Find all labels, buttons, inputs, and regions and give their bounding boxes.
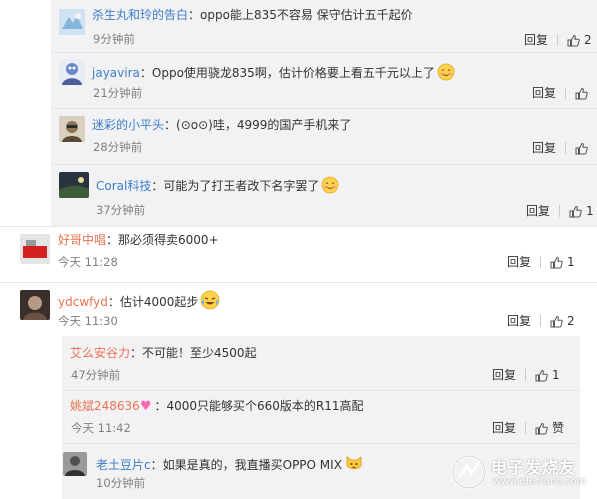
like-button[interactable]: 2 — [550, 314, 575, 328]
comment-username[interactable]: 老土豆片c — [96, 458, 151, 472]
thumbs-up-icon — [569, 205, 582, 217]
comment-time: 10分钟前 — [96, 476, 146, 490]
comment-username[interactable]: 杀生丸和玲的告白 — [92, 8, 188, 22]
avatar[interactable] — [59, 9, 85, 35]
thumbs-up-icon — [535, 422, 548, 434]
comment-time: 今天 11:28 — [58, 255, 118, 269]
comment-username[interactable]: 姚斌248636 — [70, 399, 140, 413]
like-count: 1 — [567, 255, 575, 269]
like-button[interactable]: 1 — [569, 204, 594, 218]
divider — [51, 108, 597, 109]
comment-time: 21分钟前 — [93, 86, 143, 100]
divider — [62, 390, 580, 391]
comment-text: 可能为了打王者改下名字罢了 — [163, 179, 320, 193]
comment-text: (⊙o⊙)哇，4999的国产手机来了 — [176, 118, 352, 132]
reply-button[interactable]: 回复 — [492, 421, 516, 435]
like-count: 2 — [567, 314, 575, 328]
thumbs-up-icon — [535, 369, 548, 381]
like-button[interactable]: 1 — [550, 255, 575, 269]
like-count: 1 — [552, 368, 560, 382]
like-button[interactable]: 2 — [567, 33, 592, 47]
comment-username[interactable]: 好哥中唱 — [58, 233, 106, 247]
comment-time: 28分钟前 — [93, 140, 143, 154]
reply-button[interactable]: 回复 — [532, 86, 556, 100]
watermark: 电子发烧友 www.elecfans.com — [449, 450, 589, 498]
divider — [51, 164, 597, 165]
like-button[interactable] — [575, 87, 592, 100]
comment-text: 不可能！至少4500起 — [142, 346, 257, 360]
watermark-url: www.elecfans.com — [493, 476, 587, 487]
comment-time: 47分钟前 — [71, 368, 121, 382]
comment-text: 估计4000起步 — [119, 295, 199, 309]
comment-username[interactable]: 艾么安谷力 — [70, 346, 130, 360]
reply-button[interactable]: 回复 — [507, 255, 531, 269]
reply-button[interactable]: 回复 — [526, 204, 550, 218]
reply-button[interactable]: 回复 — [524, 33, 548, 47]
heart-icon: ♥ — [139, 399, 152, 414]
smile-blush-emoji — [321, 176, 339, 194]
divider — [0, 282, 597, 283]
thumbs-up-icon — [575, 142, 588, 154]
like-count: 2 — [584, 33, 592, 47]
smile-blush-emoji — [437, 63, 455, 81]
avatar[interactable] — [59, 172, 89, 198]
avatar[interactable] — [59, 116, 85, 142]
avatar[interactable] — [20, 290, 50, 320]
like-count: 1 — [586, 204, 594, 218]
comment-text: 如果是真的，我直播买OPPO MIX — [162, 458, 342, 472]
watermark-text: 电子发烧友 — [491, 458, 577, 477]
like-button[interactable]: 1 — [535, 368, 560, 382]
divider — [51, 52, 597, 53]
thumbs-up-icon — [567, 34, 580, 46]
comment-time: 今天 11:42 — [71, 421, 131, 435]
comment-text: oppo能上835不容易 保守估计五千起价 — [200, 8, 413, 22]
reply-button[interactable]: 回复 — [532, 141, 556, 155]
comment-time: 37分钟前 — [96, 203, 146, 217]
thumbs-up-icon — [550, 256, 563, 268]
avatar[interactable] — [63, 452, 87, 476]
comment-username[interactable]: ydcwfyd — [58, 295, 108, 309]
avatar[interactable] — [59, 59, 85, 85]
comment-username[interactable]: jayavira — [92, 66, 140, 80]
cat-emoji — [346, 456, 362, 470]
comment-time: 9分钟前 — [93, 32, 135, 46]
thumbs-up-icon — [575, 87, 588, 99]
like-button[interactable] — [575, 142, 592, 155]
reply-button[interactable]: 回复 — [507, 314, 531, 328]
comment-text: 4000只能够买个660版本的R11高配 — [166, 399, 364, 413]
comment-time: 今天 11:30 — [58, 314, 118, 328]
like-button[interactable]: 赞 — [535, 421, 564, 435]
avatar[interactable] — [20, 234, 50, 264]
thumbs-up-icon — [550, 315, 563, 327]
comment-text: Oppo使用骁龙835啊，估计价格要上看五千元以上了 — [151, 66, 435, 80]
reply-button[interactable]: 回复 — [492, 368, 516, 382]
comment-text: 那必须得卖6000+ — [118, 233, 219, 247]
divider — [0, 226, 597, 227]
comment-username[interactable]: Coral科技 — [96, 179, 151, 193]
logo-icon — [451, 454, 487, 490]
divider — [62, 443, 580, 444]
like-count: 赞 — [552, 421, 565, 435]
comment-username[interactable]: 迷彩的小平头 — [92, 118, 164, 132]
laugh-cry-emoji — [201, 290, 220, 310]
